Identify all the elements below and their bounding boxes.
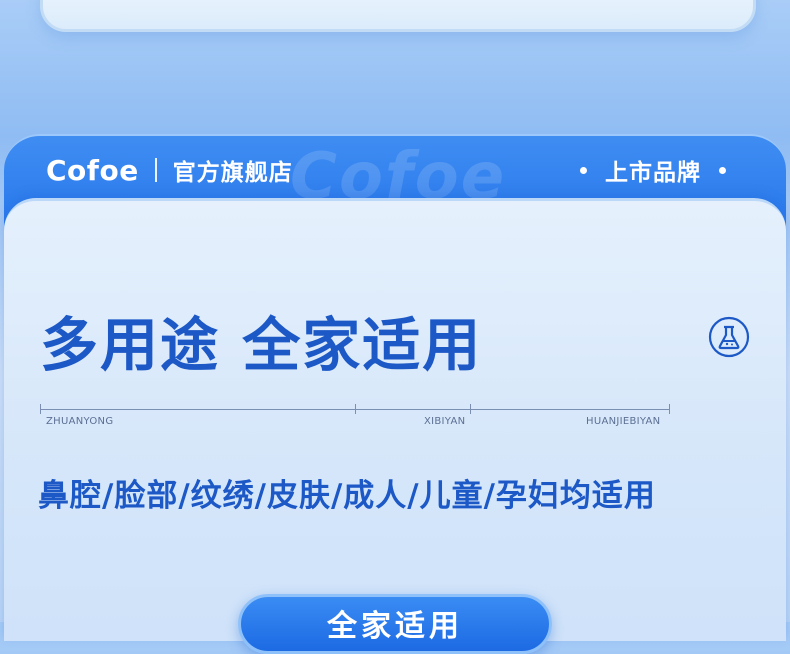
family-use-button-label: 全家适用 [327, 609, 463, 644]
rule-label-huanjiebiyan: HUANJIEBIYAN [586, 416, 661, 427]
rule-tick [669, 404, 670, 414]
rule-label-zhuanyong: ZHUANYONG [46, 416, 114, 427]
brand-logo: Cofoe [46, 153, 139, 187]
bullet-dot-icon [719, 166, 726, 174]
listed-brand-label: 上市品牌 [605, 160, 701, 186]
rule-label-xibiyan: XIBIYAN [424, 416, 466, 427]
main-content-card [4, 198, 786, 641]
rule-tick [355, 404, 356, 414]
brand-divider [154, 158, 157, 182]
family-use-button[interactable]: 全家适用 [238, 594, 552, 654]
usage-subline: 鼻腔/脸部/纹绣/皮肤/成人/儿童/孕妇均适用 [38, 478, 656, 514]
brand-block: Cofoe 官方旗舰店 [46, 150, 293, 190]
top-card-panel [40, 0, 756, 32]
bullet-dot-icon [580, 166, 587, 174]
listed-brand-tag: 上市品牌 [562, 150, 744, 190]
flask-icon [708, 316, 750, 358]
page-headline: 多用途 全家适用 [40, 311, 483, 379]
official-store-label: 官方旗舰店 [172, 160, 293, 186]
rule-tick [40, 404, 41, 414]
rule-tick [470, 404, 471, 414]
